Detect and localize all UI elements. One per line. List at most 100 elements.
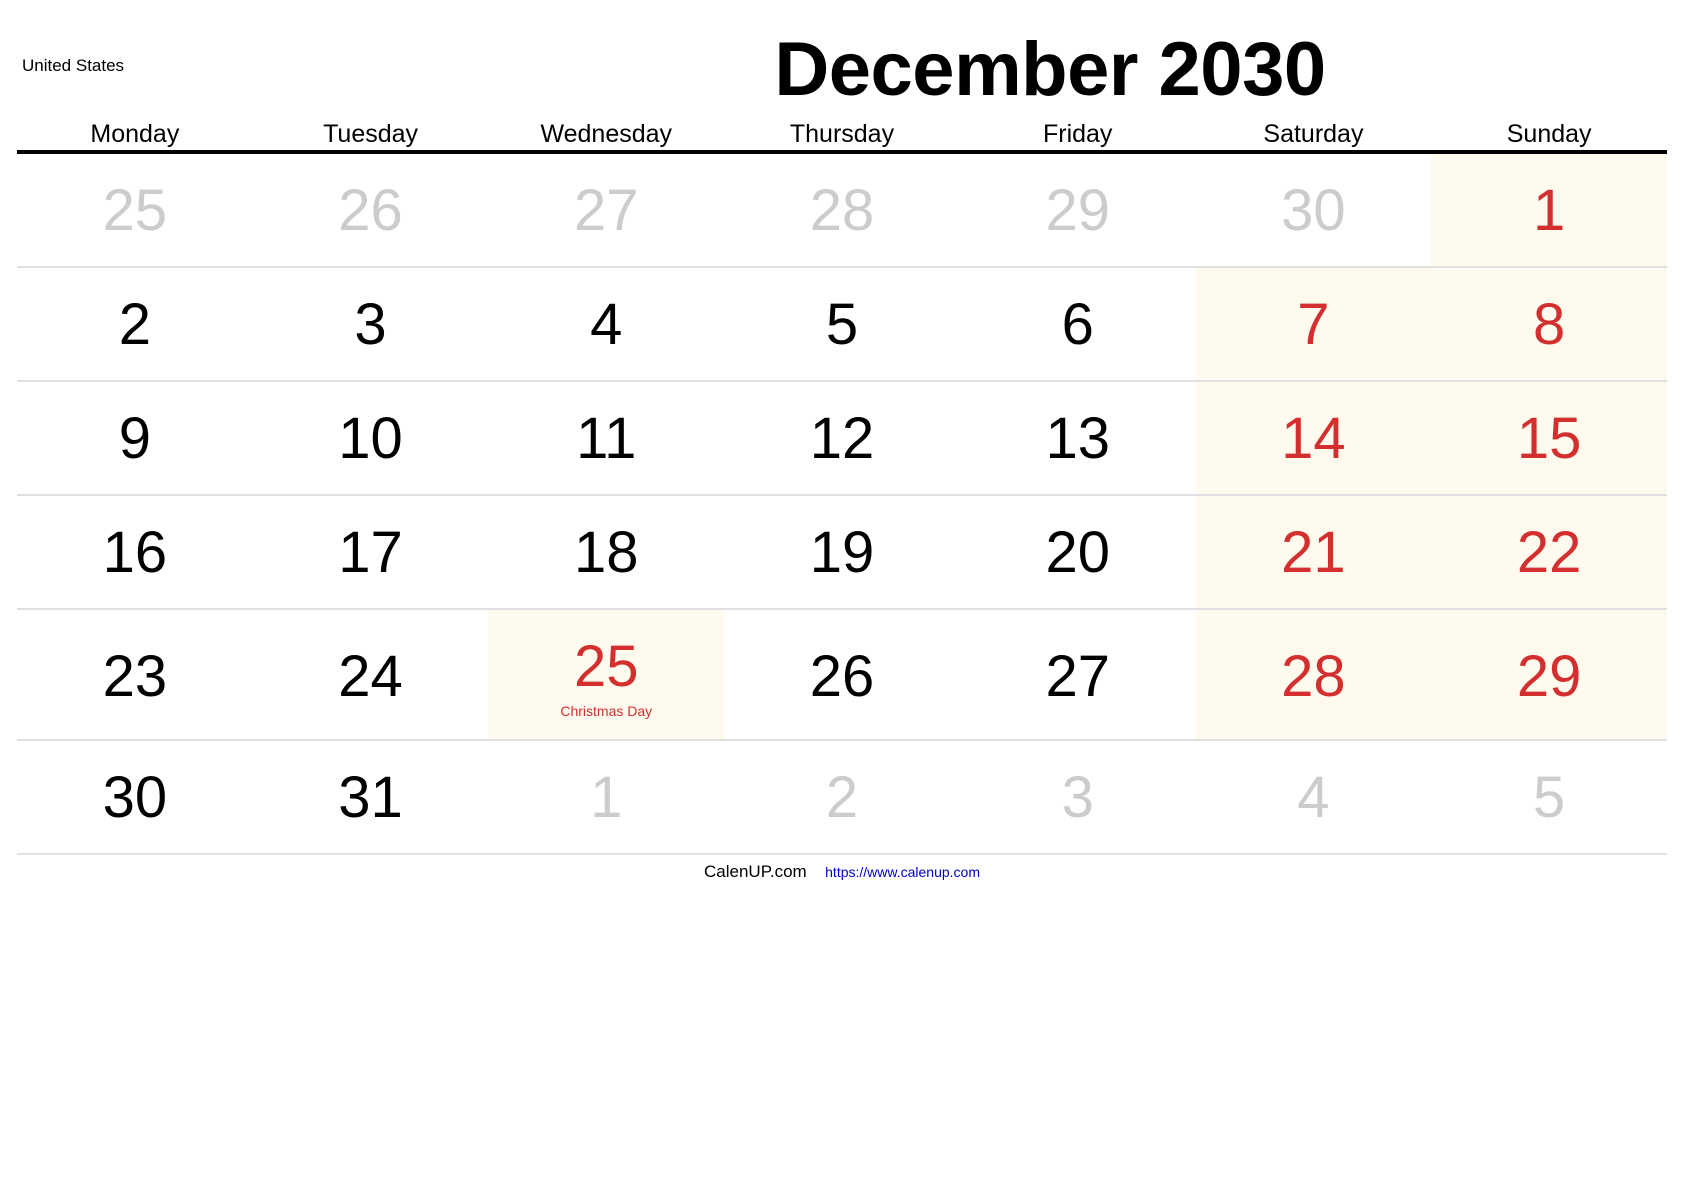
day-number: 11 (576, 406, 637, 471)
week-row: 16 17 18 19 20 21 22 (17, 496, 1667, 610)
day-cell[interactable]: 17 (253, 496, 489, 608)
other-month-day-cell[interactable]: 3 (960, 741, 1196, 853)
week-row: 25 26 27 28 29 30 1 (17, 154, 1667, 268)
other-month-day-cell[interactable]: 28 (724, 154, 960, 266)
page-title: December 2030 (774, 27, 1326, 112)
day-cell[interactable]: 11 (488, 382, 724, 494)
day-cell[interactable]: 14 (1195, 382, 1432, 494)
day-number: 14 (1281, 406, 1346, 471)
day-number: 19 (809, 520, 875, 585)
weekday-label: Tuesday (323, 120, 419, 148)
day-number: 9 (118, 406, 151, 471)
day-number: 15 (1516, 406, 1582, 471)
day-cell[interactable]: 7 (1195, 268, 1432, 380)
day-number: 2 (118, 292, 151, 357)
day-cell[interactable]: 9 (17, 382, 253, 494)
week-row: 23 24 25 Christmas Day 26 27 28 29 (17, 610, 1667, 741)
day-cell[interactable]: 16 (17, 496, 253, 608)
day-cell[interactable]: 21 (1195, 496, 1432, 608)
day-cell[interactable]: 2 (17, 268, 253, 380)
footer: CalenUP.com https://www.calenup.com (0, 862, 1684, 882)
day-number: 24 (338, 644, 403, 709)
day-number: 29 (1045, 178, 1110, 243)
country-label: United States (22, 56, 125, 75)
day-number: 31 (338, 765, 403, 830)
day-cell[interactable]: 13 (960, 382, 1196, 494)
day-number: 18 (574, 520, 639, 585)
other-month-day-cell[interactable]: 26 (253, 154, 489, 266)
day-number: 1 (1533, 178, 1566, 243)
day-number: 25 (102, 178, 168, 243)
week-row: 9 10 11 12 13 14 15 (17, 382, 1667, 496)
day-number: 1 (590, 765, 623, 830)
day-number: 27 (574, 178, 639, 243)
holiday-label: Christmas Day (560, 703, 653, 719)
day-number: 12 (809, 406, 875, 471)
weekday-label: Friday (1042, 120, 1113, 148)
weekday-label: Wednesday (540, 120, 673, 148)
day-cell[interactable]: 28 (1195, 610, 1432, 739)
day-number: 7 (1297, 292, 1330, 357)
day-cell[interactable]: 30 (17, 741, 253, 853)
day-number: 28 (809, 178, 875, 243)
week-row: 30 31 1 2 3 4 5 (17, 741, 1667, 855)
day-number: 16 (102, 520, 168, 585)
other-month-day-cell[interactable]: 25 (17, 154, 253, 266)
day-number: 3 (354, 292, 387, 357)
day-cell[interactable]: 23 (17, 610, 253, 739)
day-number: 10 (338, 406, 403, 471)
day-number: 28 (1281, 644, 1346, 709)
day-cell[interactable]: 19 (724, 496, 960, 608)
other-month-day-cell[interactable]: 29 (960, 154, 1196, 266)
day-number: 26 (338, 178, 403, 243)
day-cell[interactable]: 3 (253, 268, 489, 380)
day-cell[interactable]: 27 (960, 610, 1196, 739)
holiday-cell[interactable]: 25 Christmas Day (488, 610, 725, 739)
other-month-day-cell[interactable]: 5 (1431, 741, 1667, 853)
day-number: 29 (1516, 644, 1582, 709)
day-cell[interactable]: 1 (1431, 154, 1667, 266)
day-number: 2 (825, 765, 859, 830)
day-cell[interactable]: 29 (1431, 610, 1667, 739)
day-number: 5 (825, 292, 859, 357)
other-month-day-cell[interactable]: 30 (1196, 154, 1432, 266)
other-month-day-cell[interactable]: 27 (488, 154, 724, 266)
footer-link[interactable]: https://www.calenup.com (825, 864, 980, 880)
day-cell[interactable]: 22 (1431, 496, 1667, 608)
other-month-day-cell[interactable]: 4 (1196, 741, 1432, 853)
day-number: 17 (338, 520, 403, 585)
weekday-header: Monday Tuesday Wednesday Thursday Friday… (17, 118, 1667, 154)
day-number: 6 (1061, 292, 1094, 357)
weekday-label: Sunday (1506, 120, 1592, 148)
weeks-container: 25 26 27 28 29 30 1 2 3 4 5 6 7 8 9 10 11 12 13 14 15 16 17 18 1… (17, 154, 1667, 855)
other-month-day-cell[interactable]: 2 (724, 741, 960, 853)
day-cell[interactable]: 10 (253, 382, 489, 494)
day-cell[interactable]: 8 (1431, 268, 1667, 380)
day-number: 30 (102, 765, 168, 830)
day-number: 23 (102, 644, 168, 709)
day-number: 26 (809, 644, 875, 709)
day-cell[interactable]: 26 (724, 610, 960, 739)
day-cell[interactable]: 5 (724, 268, 960, 380)
day-number: 4 (1297, 765, 1330, 830)
day-cell[interactable]: 6 (960, 268, 1196, 380)
day-number: 21 (1281, 520, 1346, 585)
weekday-label: Monday (90, 120, 180, 148)
day-number: 3 (1061, 765, 1094, 830)
footer-brand: CalenUP.com (704, 862, 807, 881)
day-number: 27 (1045, 644, 1110, 709)
day-cell[interactable]: 18 (488, 496, 724, 608)
day-cell[interactable]: 15 (1431, 382, 1667, 494)
day-cell[interactable]: 31 (253, 741, 489, 853)
calendar-grid: Monday Tuesday Wednesday Thursday Friday… (17, 118, 1667, 855)
other-month-day-cell[interactable]: 1 (488, 741, 724, 853)
day-number: 8 (1533, 292, 1566, 357)
day-cell[interactable]: 4 (488, 268, 724, 380)
weekday-label: Thursday (789, 120, 895, 148)
day-number: 5 (1533, 765, 1566, 830)
day-number: 13 (1045, 406, 1110, 471)
day-cell[interactable]: 24 (253, 610, 489, 739)
day-number: 22 (1516, 520, 1582, 585)
day-cell[interactable]: 20 (960, 496, 1196, 608)
day-cell[interactable]: 12 (724, 382, 960, 494)
